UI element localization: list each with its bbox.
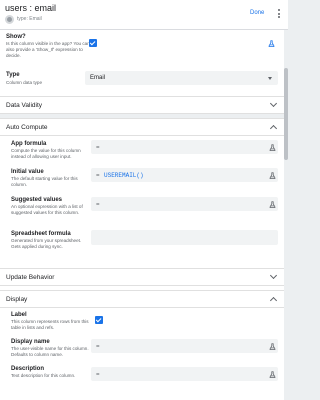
show-checkbox[interactable] bbox=[89, 39, 97, 47]
column-title: users : email bbox=[5, 3, 57, 13]
basic-settings-card: Show? Is this column visible in the app?… bbox=[0, 30, 284, 96]
section-auto-compute[interactable]: Auto Compute bbox=[0, 118, 284, 136]
section-data-validity-label: Data Validity bbox=[6, 102, 43, 109]
equals-sign: = bbox=[96, 171, 100, 179]
show-description: Is this column visible in the app? You c… bbox=[6, 41, 90, 58]
column-settings-panel[interactable]: Show? Is this column visible in the app?… bbox=[0, 30, 288, 400]
flask-icon[interactable] bbox=[269, 143, 276, 151]
display-name-input[interactable]: = bbox=[91, 339, 278, 353]
equals-sign: = bbox=[96, 370, 100, 378]
label-field-description: This column represents rows from this ta… bbox=[11, 319, 89, 330]
app-formula-label: App formula bbox=[11, 141, 47, 147]
flask-icon[interactable] bbox=[269, 370, 276, 378]
chevron-up-icon bbox=[269, 124, 278, 133]
spreadsheet-formula-label: Spreadsheet formula bbox=[11, 231, 71, 237]
section-update-behavior[interactable]: Update Behavior bbox=[0, 268, 284, 286]
type-description: Column data type bbox=[6, 80, 43, 85]
flask-icon[interactable] bbox=[268, 40, 275, 47]
type-select-value: Email bbox=[90, 75, 106, 81]
type-select[interactable]: Email bbox=[85, 71, 278, 85]
chevron-down-icon bbox=[269, 271, 278, 280]
display-name-description: The user-visible name for this column. D… bbox=[11, 346, 89, 357]
initial-value-label: Initial value bbox=[11, 169, 44, 175]
equals-sign: = bbox=[96, 143, 100, 151]
initial-value-description: The default starting value for this colu… bbox=[11, 176, 78, 187]
section-display[interactable]: Display bbox=[0, 290, 284, 308]
display-card: Label This column represents rows from t… bbox=[0, 308, 284, 400]
flask-icon[interactable] bbox=[269, 342, 276, 350]
initial-value-input[interactable]: = USEREMAIL() bbox=[91, 168, 278, 182]
initial-value-expression: USEREMAIL() bbox=[104, 171, 144, 179]
column-avatar-icon bbox=[5, 15, 14, 24]
column-type-subtitle: type: Email bbox=[17, 16, 42, 22]
show-label: Show? bbox=[6, 34, 26, 40]
section-display-label: Display bbox=[6, 296, 28, 303]
more-vert-icon[interactable] bbox=[277, 9, 281, 19]
chevron-up-icon bbox=[269, 296, 278, 305]
section-data-validity[interactable]: Data Validity bbox=[0, 96, 284, 114]
description-label: Description bbox=[11, 366, 45, 372]
spreadsheet-formula-input[interactable] bbox=[91, 230, 278, 245]
label-field-label: Label bbox=[11, 312, 27, 318]
display-name-label: Display name bbox=[11, 339, 50, 345]
spreadsheet-formula-description: Generated from your spreadsheet. Gets ap… bbox=[11, 238, 82, 249]
app-formula-description: Compute the value for this column instea… bbox=[11, 148, 81, 159]
chevron-down-icon bbox=[268, 77, 272, 80]
description-description: Text description for this column. bbox=[11, 373, 76, 378]
column-editor-header: users : email type: Email Done bbox=[0, 0, 288, 30]
vertical-scrollbar[interactable] bbox=[284, 68, 288, 160]
description-input[interactable]: = bbox=[91, 367, 278, 381]
done-button[interactable]: Done bbox=[250, 10, 264, 16]
flask-icon[interactable] bbox=[269, 171, 276, 179]
section-update-behavior-label: Update Behavior bbox=[6, 274, 55, 281]
type-label: Type bbox=[6, 72, 20, 78]
suggested-values-description: An optional expression with a list of su… bbox=[11, 204, 83, 215]
section-auto-compute-label: Auto Compute bbox=[6, 124, 48, 131]
app-formula-input[interactable]: = bbox=[91, 140, 278, 154]
flask-icon[interactable] bbox=[269, 200, 276, 208]
suggested-values-input[interactable]: = bbox=[91, 197, 278, 211]
equals-sign: = bbox=[96, 342, 100, 350]
equals-sign: = bbox=[96, 200, 100, 208]
label-checkbox[interactable] bbox=[95, 316, 103, 324]
chevron-down-icon bbox=[269, 99, 278, 108]
suggested-values-label: Suggested values bbox=[11, 197, 63, 203]
